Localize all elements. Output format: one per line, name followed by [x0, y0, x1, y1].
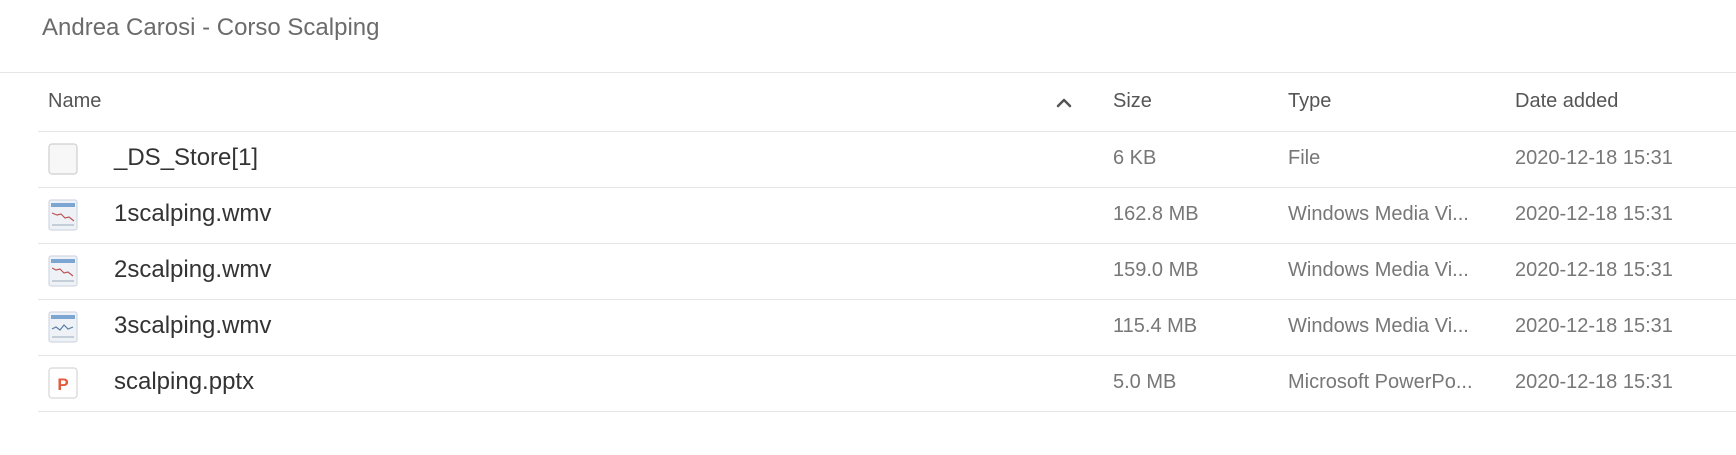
file-size: 5.0 MB [1113, 371, 1177, 393]
svg-text:P: P [57, 375, 68, 394]
file-type: File [1288, 147, 1321, 169]
file-type: Windows Media Vi... [1288, 259, 1469, 281]
file-type: Windows Media Vi... [1288, 315, 1469, 337]
column-header-date[interactable]: Date added [1515, 90, 1618, 113]
file-date: 2020-12-18 15:31 [1515, 203, 1673, 225]
chevron-up-icon[interactable] [1054, 93, 1074, 111]
file-size: 115.4 MB [1113, 315, 1198, 337]
video-thumbnail-icon [48, 255, 78, 287]
file-size: 162.8 MB [1113, 203, 1199, 225]
table-header: Name Size Type Date added [38, 73, 1736, 132]
video-thumbnail-icon [48, 199, 78, 231]
file-type: Windows Media Vi... [1288, 203, 1469, 225]
file-browser: Andrea Carosi - Corso Scalping Name Size… [0, 0, 1736, 455]
column-header-type[interactable]: Type [1288, 90, 1331, 113]
file-name[interactable]: 3scalping.wmv [114, 312, 271, 340]
file-type: Microsoft PowerPo... [1288, 371, 1473, 393]
file-date: 2020-12-18 15:31 [1515, 371, 1673, 393]
table-row[interactable]: P scalping.pptx 5.0 MB Microsoft PowerPo… [38, 356, 1736, 412]
file-date: 2020-12-18 15:31 [1515, 315, 1673, 337]
file-size: 6 KB [1113, 147, 1157, 169]
table-row[interactable]: 1scalping.wmv 162.8 MB Windows Media Vi.… [38, 188, 1736, 244]
video-thumbnail-icon [48, 311, 78, 343]
powerpoint-icon: P [48, 367, 78, 399]
table-row[interactable]: 2scalping.wmv 159.0 MB Windows Media Vi.… [38, 244, 1736, 300]
column-header-size[interactable]: Size [1113, 90, 1152, 113]
folder-title: Andrea Carosi - Corso Scalping [42, 14, 380, 41]
blank-file-icon [48, 143, 78, 175]
title-bar: Andrea Carosi - Corso Scalping [0, 0, 1736, 73]
file-name[interactable]: scalping.pptx [114, 368, 254, 396]
file-name[interactable]: 1scalping.wmv [114, 200, 271, 228]
table-row[interactable]: _DS_Store[1] 6 KB File 2020-12-18 15:31 [38, 132, 1736, 188]
file-table: Name Size Type Date added _DS_Store[1] 6… [38, 73, 1736, 412]
table-row[interactable]: 3scalping.wmv 115.4 MB Windows Media Vi.… [38, 300, 1736, 356]
file-date: 2020-12-18 15:31 [1515, 147, 1673, 169]
file-date: 2020-12-18 15:31 [1515, 259, 1673, 281]
file-size: 159.0 MB [1113, 259, 1199, 281]
file-name[interactable]: _DS_Store[1] [114, 144, 258, 172]
file-name[interactable]: 2scalping.wmv [114, 256, 271, 284]
column-header-name[interactable]: Name [48, 90, 101, 113]
